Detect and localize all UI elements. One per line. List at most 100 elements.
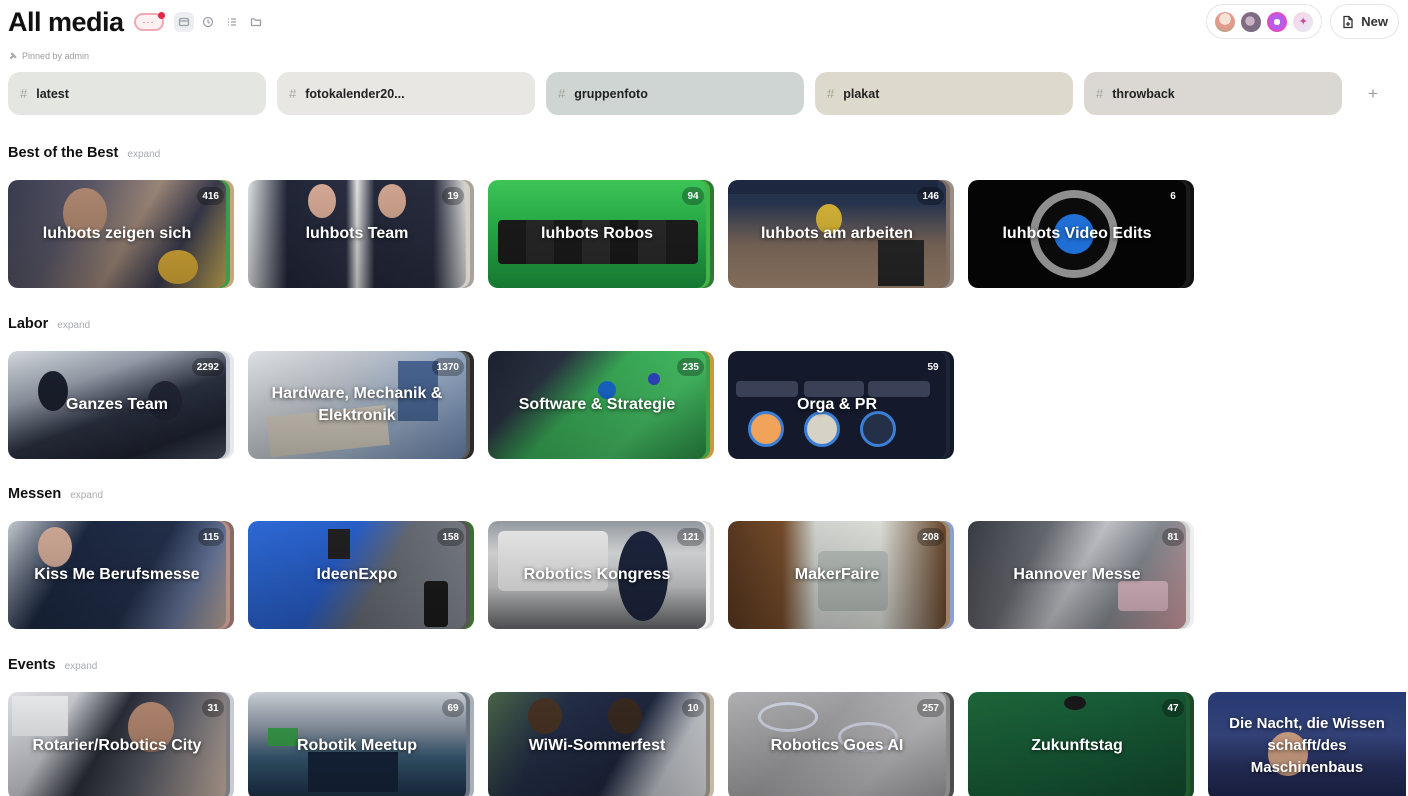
- hash-icon: #: [827, 86, 835, 101]
- item-count: 158: [437, 528, 464, 546]
- item-count: 10: [682, 699, 704, 717]
- album-card[interactable]: Die Nacht, die Wissen schafft/des Maschi…: [1208, 692, 1406, 796]
- item-count: 121: [677, 528, 704, 546]
- item-count: 1370: [431, 358, 464, 376]
- album-title: Robotik Meetup: [297, 736, 417, 754]
- item-count: 94: [682, 187, 704, 205]
- collaborator-avatars[interactable]: ✦: [1206, 4, 1323, 39]
- album-title: Die Nacht, die Wissen schafft/des Maschi…: [1229, 715, 1385, 776]
- album-title: Hannover Messe: [1013, 565, 1141, 583]
- album-card[interactable]: luhbots am arbeiten 146: [728, 180, 954, 288]
- album-card[interactable]: Rotarier/Robotics City 31: [8, 692, 234, 796]
- hash-icon: #: [1096, 86, 1104, 101]
- album-title: luhbots zeigen sich: [42, 224, 192, 242]
- clock-icon[interactable]: [198, 12, 218, 32]
- album-card[interactable]: IdeenExpo 158: [248, 521, 474, 629]
- item-count: 208: [917, 528, 944, 546]
- album-row: luhbots zeigen sich 416 luhbots Team 19 …: [8, 180, 1194, 288]
- avatar[interactable]: [1215, 11, 1236, 32]
- album-card[interactable]: WiWi-Sommerfest 10: [488, 692, 714, 796]
- view-switcher: [173, 12, 266, 32]
- hash-icon: #: [558, 86, 566, 101]
- album-title: luhbots Video Edits: [1002, 224, 1152, 242]
- tag-label: fotokalender20...: [305, 86, 405, 101]
- item-count: 115: [197, 528, 224, 546]
- item-count: 69: [442, 699, 464, 717]
- tag-latest[interactable]: # latest: [8, 72, 266, 115]
- album-title: Zukunftstag: [1031, 736, 1123, 754]
- album-row: Kiss Me Berufsmesse 115 IdeenExpo 158 Ro…: [8, 521, 1194, 629]
- album-card[interactable]: Robotics Goes AI 257: [728, 692, 954, 796]
- section-header: Events expand: [8, 657, 97, 673]
- notification-dot: [157, 12, 165, 19]
- album-card[interactable]: Orga & PR 59: [728, 351, 954, 459]
- tag-label: plakat: [843, 86, 880, 101]
- item-count: 59: [927, 361, 939, 373]
- new-button[interactable]: New: [1330, 4, 1399, 39]
- album-title: Orga & PR: [796, 395, 877, 413]
- item-count: 2292: [191, 358, 224, 376]
- expand-link[interactable]: expand: [65, 661, 98, 672]
- add-tag-button[interactable]: +: [1353, 72, 1393, 115]
- expand-link[interactable]: expand: [70, 490, 103, 501]
- album-title: luhbots am arbeiten: [760, 224, 914, 242]
- album-card[interactable]: Robotik Meetup 69: [248, 692, 474, 796]
- grid-view-icon[interactable]: [173, 12, 194, 32]
- album-row: Rotarier/Robotics City 31 Robotik Meetup…: [8, 692, 1406, 796]
- new-file-icon: [1343, 15, 1353, 28]
- album-card[interactable]: luhbots zeigen sich 416: [8, 180, 234, 288]
- tag-plakat[interactable]: # plakat: [815, 72, 1073, 115]
- album-card[interactable]: Software & Strategie 235: [488, 351, 714, 459]
- pinned-note: Pinned by admin: [9, 51, 89, 61]
- tag-throwback[interactable]: # throwback: [1084, 72, 1342, 115]
- item-count: 19: [442, 187, 464, 205]
- album-title: luhbots Team: [305, 224, 409, 242]
- section-header: Best of the Best expand: [8, 145, 160, 161]
- section-header: Messen expand: [8, 486, 103, 502]
- page-title: All media: [8, 6, 124, 37]
- hash-icon: #: [20, 86, 28, 101]
- more-options-badge[interactable]: ···: [133, 12, 165, 31]
- album-title: Rotarier/Robotics City: [32, 736, 202, 754]
- section-title: Best of the Best: [8, 145, 119, 161]
- section-header: Labor expand: [8, 316, 90, 332]
- pinned-text: Pinned by admin: [22, 51, 90, 61]
- album-card[interactable]: luhbots Team 19: [248, 180, 474, 288]
- item-count: 235: [677, 358, 704, 376]
- list-view-icon[interactable]: [222, 12, 242, 32]
- folder-icon[interactable]: [246, 12, 266, 32]
- section-title: Messen: [8, 486, 62, 502]
- album-card[interactable]: Zukunftstag 47: [968, 692, 1194, 796]
- new-button-label: New: [1361, 14, 1388, 29]
- avatar[interactable]: [1241, 11, 1262, 32]
- tag-label: latest: [36, 86, 69, 101]
- tag-gruppenfoto[interactable]: # gruppenfoto: [546, 72, 804, 115]
- item-count: 146: [917, 187, 944, 205]
- album-card[interactable]: Kiss Me Berufsmesse 115: [8, 521, 234, 629]
- more-dots-icon: ···: [142, 16, 155, 27]
- album-title: Software & Strategie: [518, 395, 676, 413]
- album-card[interactable]: Hannover Messe 81: [968, 521, 1194, 629]
- album-title: Robotics Kongress: [523, 565, 671, 583]
- item-count: 81: [1162, 528, 1184, 546]
- sparkle-icon[interactable]: ✦: [1293, 11, 1314, 32]
- section-title: Labor: [8, 316, 49, 332]
- album-card[interactable]: Robotics Kongress 121: [488, 521, 714, 629]
- expand-link[interactable]: expand: [57, 320, 90, 331]
- expand-link[interactable]: expand: [127, 149, 160, 160]
- avatar[interactable]: [1267, 11, 1288, 32]
- tag-label: throwback: [1112, 86, 1175, 101]
- album-title: luhbots Robos: [541, 224, 653, 242]
- item-count: 416: [197, 187, 224, 205]
- hash-icon: #: [289, 86, 297, 101]
- album-card[interactable]: luhbots Video Edits 6: [968, 180, 1194, 288]
- album-title: Robotics Goes AI: [770, 736, 904, 754]
- album-card[interactable]: Ganzes Team 2292: [8, 351, 234, 459]
- album-card[interactable]: MakerFaire 208: [728, 521, 954, 629]
- album-card[interactable]: luhbots Robos 94: [488, 180, 714, 288]
- album-card[interactable]: Hardware, Mechanik & Elektronik 1370: [248, 351, 474, 459]
- item-count: 6: [1170, 190, 1176, 202]
- album-title: MakerFaire: [794, 565, 880, 583]
- page-header: All media ···: [8, 6, 266, 38]
- tag-fotokalender[interactable]: # fotokalender20...: [277, 72, 535, 115]
